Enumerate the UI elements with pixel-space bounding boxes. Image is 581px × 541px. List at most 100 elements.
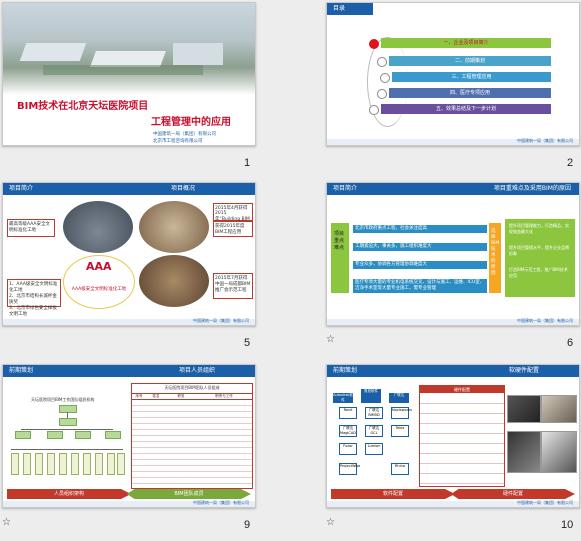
award-list-item: 2、北京市结构长城杯金质奖: [9, 294, 57, 305]
header-title: 目录: [333, 5, 346, 12]
hardware-rows: [420, 394, 504, 486]
slide-header: 前期策划 项目人员组织: [3, 365, 255, 377]
menu-item-1: 一、企业及项目简介: [381, 38, 551, 48]
table-header: 职责与工作: [215, 394, 233, 398]
bottom-bar-left: 人员组织架构: [7, 489, 131, 499]
hardware-table: 硬件配置: [419, 385, 505, 487]
bottom-bar-left: 软件配置: [331, 489, 455, 499]
company-logo: 中国建筑一局（集团）有限公司: [517, 318, 573, 323]
left-label: 项目重点难点: [334, 231, 345, 251]
menu-item-4: 四、医疗专项应用: [389, 88, 551, 98]
slide-number-10: 10: [561, 519, 574, 531]
hardware-photo-1: [507, 395, 541, 423]
photo-oval-bottom-right: [139, 255, 209, 307]
software-cell: Navisworks: [391, 407, 412, 419]
software-cell: 广联达BIM5D: [365, 407, 383, 419]
cover-title-line1: BIM技术在北京天坛医院项目: [17, 101, 149, 112]
hardware-table-title: 硬件配置: [420, 386, 504, 393]
header-subtitle: 项目人员组织: [178, 367, 215, 374]
bottom-bar-right: BIM团队成员: [127, 489, 251, 499]
slide-thumbnail-9[interactable]: 前期策划 项目人员组织 天坛医院项目BIM工作团队组织机构 天坛医院项目BIM团队…: [2, 364, 256, 508]
team-table-title: 天坛医院项目BIM团队人员组成: [164, 385, 220, 390]
award-box-right-bottom: 2015年7月获得中国一局成都BIM推广会示范工程: [213, 273, 253, 299]
table-header: 职务: [177, 394, 185, 398]
software-cell: Revit: [339, 407, 357, 419]
menu-item-3: 三、工程管理应用: [392, 72, 551, 82]
right-label-box: 选择BIM技术的原因: [489, 223, 501, 293]
software-cell: ProjectWise: [339, 463, 360, 475]
aaa-text: AAA: [86, 260, 112, 273]
reason-row-1: 北京市政府重点工程，社会关注度高: [353, 225, 487, 233]
software-top-2: 鲁班软件: [361, 389, 381, 403]
slide-header: 项目简介 项目概况: [3, 183, 255, 195]
award-list-left: 1、AAA级安全文明标准化工地 2、北京市结构长城杯金质奖 3、北京市绿色安全样…: [7, 279, 61, 317]
header-title: 项目简介: [333, 185, 358, 192]
menu-item-2: 二、前期策划: [389, 56, 551, 66]
award-box-right-top: 2015年4月获得2015年“Building BIM奖”: [213, 203, 253, 228]
slide-header: 目录: [327, 3, 373, 15]
left-label-box: 项目重点难点: [331, 223, 349, 293]
org-chart-title: 天坛医院项目BIM工作团队组织机构: [31, 397, 95, 402]
award-list-item: 3、北京市绿色安全样板文明工地: [9, 306, 57, 317]
slide-number-2: 2: [567, 157, 574, 169]
slide-number-6: 6: [567, 337, 574, 349]
team-table: 天坛医院项目BIM团队人员组成 序号 姓名 职务 职责与工作: [131, 383, 253, 489]
menu-item-5: 五、效果总结及下一步计划: [381, 104, 551, 114]
software-top-3: 广联达: [389, 393, 409, 403]
bottom-right-label: 硬件配置: [502, 491, 523, 497]
software-cell: Lumion: [365, 443, 383, 455]
bottom-left-label: 人员组织架构: [53, 491, 84, 497]
hardware-photo-2: [541, 395, 577, 423]
header-subtitle: 项目重难点及采用BIM的原因: [493, 185, 571, 192]
slide-number-9: 9: [244, 519, 251, 531]
slide-thumbnail-1[interactable]: BIM技术在北京天坛医院项目 工程管理中的应用 中国建筑一局（集团）有限公司 北…: [2, 2, 256, 146]
bottom-right-label: BIM团队成员: [174, 491, 204, 497]
cover-photo: [3, 3, 255, 95]
software-grid: Revit 广联达BIM5D Navisworks 广联达MagiCAD 广联达…: [331, 407, 417, 487]
table-header: 姓名: [152, 394, 160, 398]
reason-row-3: 专业众多，协调各方管理协调难度大: [353, 261, 487, 269]
menu-dot-icon: [377, 89, 387, 99]
software-top-1: Autodesk软件: [333, 393, 353, 403]
table-rows: [132, 400, 252, 488]
header-subtitle: 软硬件配置: [508, 367, 539, 374]
software-cell: Tekla: [391, 425, 409, 437]
slide-number-5: 5: [244, 337, 251, 349]
slide-thumbnail-2[interactable]: 目录 一、企业及项目简介 二、前期策划 三、工程管理应用 四、医疗专项应用 五、…: [326, 2, 580, 146]
right-text-3: 打造BIM示范工程，推广BIM技术应用: [509, 267, 568, 278]
cover-company-1: 中国建筑一局（集团）有限公司: [153, 132, 216, 137]
menu-dot-icon: [377, 57, 387, 67]
cover-company-2: 北京市工程咨询有限公司: [153, 139, 203, 144]
company-logo: 中国建筑一局（集团）有限公司: [193, 318, 249, 323]
hardware-photo-3: [507, 431, 541, 473]
org-chart: [11, 405, 125, 477]
header-title: 前期策划: [333, 367, 358, 374]
award-box-right-mid: 获得2015年度BIM工程应用: [213, 221, 253, 237]
cover-title-line2: 工程管理中的应用: [151, 117, 231, 128]
slide-header: 项目简介 项目重难点及采用BIM的原因: [327, 183, 579, 195]
photo-oval-bottom-left: AAA AAA级安全文明标准化工地: [63, 255, 135, 309]
transition-star-icon: ☆: [326, 334, 335, 345]
aaa-subtext: AAA级安全文明标准化工地: [71, 287, 127, 292]
slide-thumbnail-5[interactable]: 项目简介 项目概况 最高等级AAA安全文明标准化工地 AAA AAA级安全文明标准…: [2, 182, 256, 326]
slide-header: 前期策划 软硬件配置: [327, 365, 579, 377]
menu-dot-icon: [380, 73, 390, 83]
header-subtitle: 项目概况: [170, 185, 195, 192]
software-cell: 广联达MagiCAD: [339, 425, 357, 437]
menu-dot-icon: [369, 105, 379, 115]
company-logo: 中国建筑一局（集团）有限公司: [517, 138, 573, 143]
software-cell: Rhino: [391, 463, 409, 475]
slide-number-1: 1: [244, 157, 251, 169]
header-title: 项目简介: [9, 185, 34, 192]
right-text-2: 提升项目管理水平，提升企业品牌形象: [509, 245, 569, 256]
reason-row-2: 工期紧迫大，事关多，施工组织难度大: [353, 243, 487, 251]
slide-thumbnail-10[interactable]: 前期策划 软硬件配置 Autodesk软件 鲁班软件 广联达 Revit 广联达B…: [326, 364, 580, 508]
menu-dot-active-icon: [369, 39, 379, 49]
bottom-bar-right: 硬件配置: [451, 489, 575, 499]
transition-star-icon: ☆: [2, 517, 11, 528]
reason-row-4: 医疗专项大量的专业机电系统交叉、设计与施工、运维、ICU室、洁净手术室等大量专业…: [353, 279, 487, 293]
hardware-photo-4: [541, 431, 577, 473]
right-text-1: 提升项目管理能力，打造精品，实现效益最大化: [509, 223, 569, 234]
right-label: 选择BIM技术的原因: [491, 229, 500, 276]
slide-thumbnail-6[interactable]: 项目简介 项目重难点及采用BIM的原因 项目重点难点 北京市政府重点工程，社会关注…: [326, 182, 580, 326]
